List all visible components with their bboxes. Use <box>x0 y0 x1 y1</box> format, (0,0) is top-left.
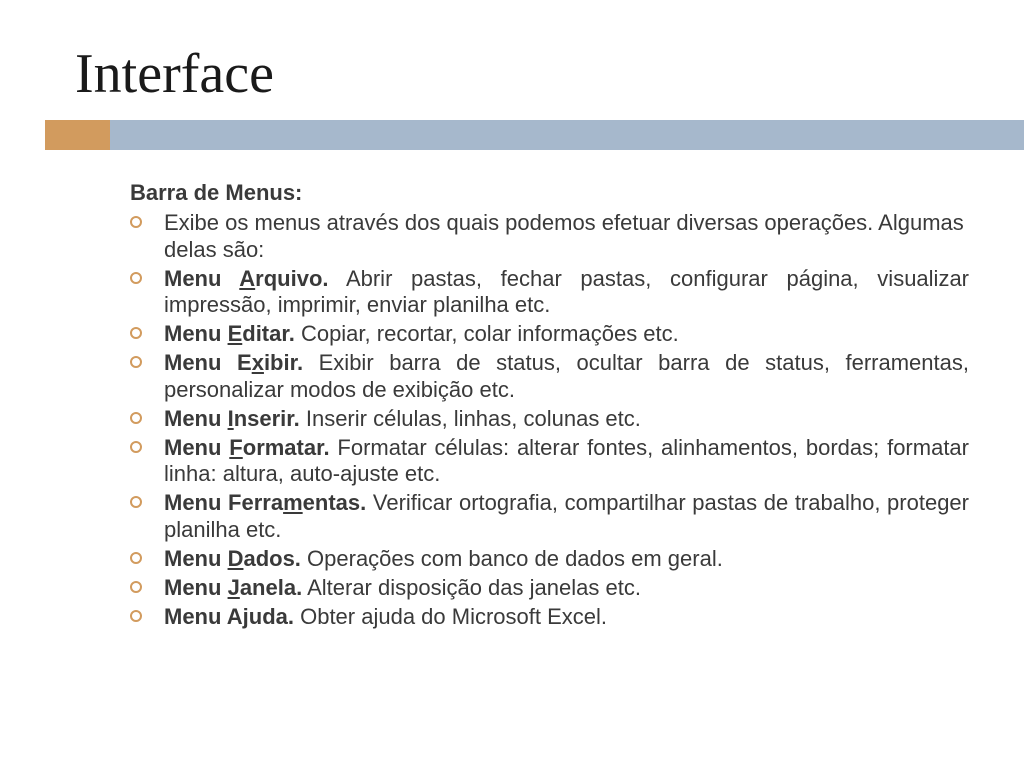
menu-label-rest: ados. <box>243 546 300 571</box>
list-item: Menu Dados. Operações com banco de dados… <box>130 546 969 573</box>
menu-label-rest: rquivo. <box>255 266 328 291</box>
menu-label-prefix: Menu <box>164 266 239 291</box>
menu-accelerator: F <box>229 435 242 460</box>
list-item: Menu Inserir. Inserir células, linhas, c… <box>130 406 969 433</box>
list-item: Menu Formatar. Formatar células: alterar… <box>130 435 969 489</box>
menu-desc: Inserir células, linhas, colunas etc. <box>300 406 641 431</box>
menu-desc: Copiar, recortar, colar informações etc. <box>295 321 679 346</box>
menu-accelerator: x <box>252 350 264 375</box>
menu-label-prefix: Menu <box>164 321 228 346</box>
menu-accelerator: A <box>239 266 255 291</box>
menu-desc: Operações com banco de dados em geral. <box>301 546 723 571</box>
list-item: Menu Ferramentas. Verificar ortografia, … <box>130 490 969 544</box>
list-item: Menu Ajuda. Obter ajuda do Microsoft Exc… <box>130 604 969 631</box>
list-item: Menu Janela. Alterar disposição das jane… <box>130 575 969 602</box>
accent-banner-left <box>45 120 110 150</box>
menu-label-prefix: Menu <box>164 575 228 600</box>
menu-label-prefix: Menu <box>164 406 228 431</box>
list-item: Exibe os menus através dos quais podemos… <box>130 210 969 264</box>
list-item: Menu Exibir. Exibir barra de status, ocu… <box>130 350 969 404</box>
menu-label-prefix: Menu E <box>164 350 252 375</box>
menu-desc: Alterar disposição das janelas etc. <box>302 575 641 600</box>
menu-label-rest: ibir. <box>264 350 303 375</box>
menu-desc: Obter ajuda do Microsoft Excel. <box>294 604 607 629</box>
bullet-list: Exibe os menus através dos quais podemos… <box>130 210 969 630</box>
list-item: Menu Editar. Copiar, recortar, colar inf… <box>130 321 969 348</box>
menu-accelerator: J <box>228 575 240 600</box>
menu-label-rest: ditar. <box>242 321 295 346</box>
list-item: Menu Arquivo. Abrir pastas, fechar pasta… <box>130 266 969 320</box>
section-heading: Barra de Menus: <box>130 180 969 206</box>
menu-accelerator: D <box>228 546 244 571</box>
accent-banner-right <box>110 120 1024 150</box>
menu-label-prefix: Menu Ferra <box>164 490 283 515</box>
slide-content: Barra de Menus: Exibe os menus através d… <box>0 150 1024 630</box>
menu-label-prefix: Menu <box>164 546 228 571</box>
menu-label-rest: uda. <box>249 604 294 629</box>
menu-label-prefix: Menu <box>164 435 229 460</box>
slide-title: Interface <box>0 0 1024 120</box>
accent-banner <box>45 120 1024 150</box>
menu-label-rest: nserir. <box>234 406 300 431</box>
item-text: Exibe os menus através dos quais podemos… <box>164 210 964 262</box>
menu-label-rest: entas. <box>303 490 367 515</box>
menu-accelerator: E <box>228 321 243 346</box>
menu-label-prefix: Menu A <box>164 604 243 629</box>
menu-label-rest: ormatar. <box>243 435 330 460</box>
menu-accelerator: m <box>283 490 303 515</box>
slide: Interface Barra de Menus: Exibe os menus… <box>0 0 1024 768</box>
menu-label-rest: anela. <box>240 575 302 600</box>
